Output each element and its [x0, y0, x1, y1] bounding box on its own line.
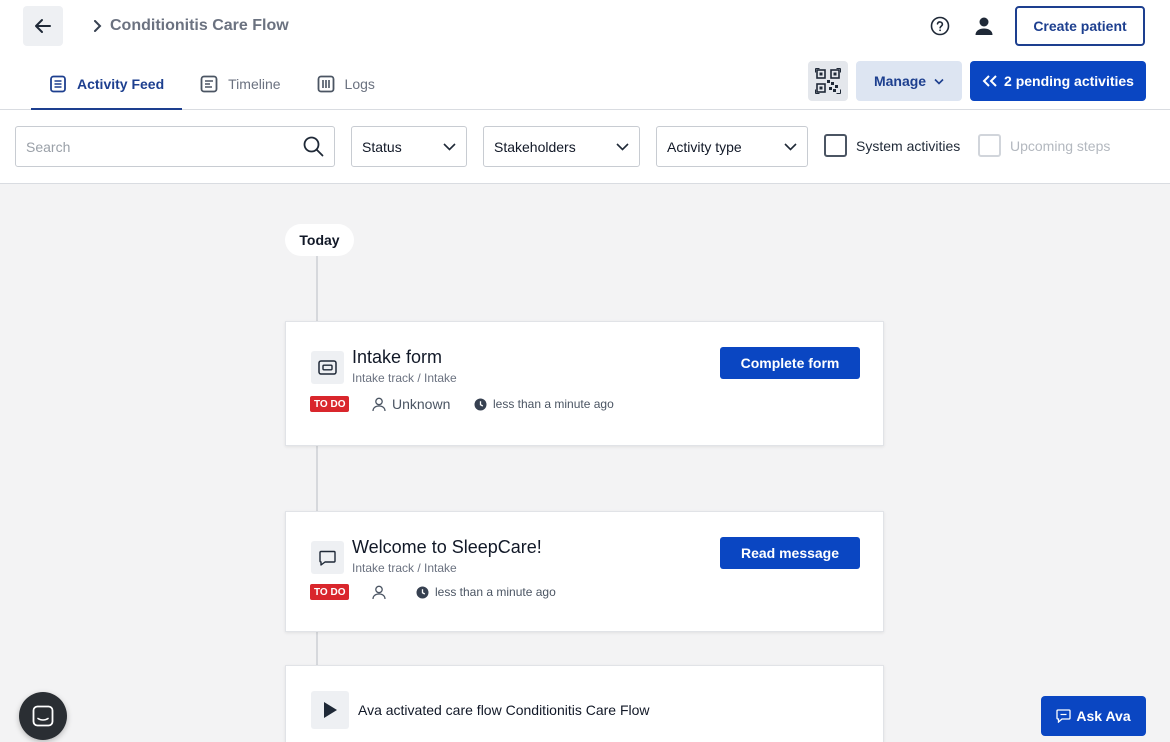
status-select-label: Status [362, 138, 402, 155]
tab-label: Logs [344, 76, 375, 92]
top-bar: Conditionitis Care Flow Create patient A… [0, 0, 1170, 110]
qr-code-icon [815, 68, 841, 94]
activity-card[interactable]: Welcome to SleepCare! Intake track / Int… [285, 511, 884, 632]
manage-label: Manage [873, 73, 927, 89]
tab-label: Timeline [228, 76, 281, 92]
arrow-left-icon [35, 19, 51, 33]
tab-bar: Activity Feed Timeline Logs [31, 60, 393, 110]
status-badge: TO DO [310, 396, 350, 412]
timestamp: less than a minute ago [435, 585, 556, 599]
ask-ava-label: Ask Ava [1076, 708, 1131, 724]
search-input[interactable] [26, 138, 303, 155]
document-icon [50, 75, 66, 93]
activity-track: Intake track / Intake [352, 561, 457, 575]
chevron-down-icon [616, 142, 629, 151]
activity-title: Ava activated care flow Conditionitis Ca… [358, 702, 650, 718]
activity-card[interactable]: Ava activated care flow Conditionitis Ca… [285, 665, 884, 742]
back-button[interactable] [23, 6, 63, 46]
stakeholder-name: Unknown [392, 396, 451, 412]
person-icon [372, 585, 386, 600]
manage-dropdown[interactable]: Manage [856, 61, 962, 101]
chevron-down-icon [934, 78, 944, 85]
breadcrumb-label: Conditionitis Care Flow [110, 17, 289, 34]
chat-bubble-icon [1056, 709, 1072, 723]
tab-logs[interactable]: Logs [299, 60, 393, 110]
stakeholder-meta [372, 585, 392, 600]
clock-icon [416, 586, 429, 598]
complete-form-button[interactable]: Complete form [720, 347, 860, 379]
system-activities-checkbox[interactable]: System activities [824, 134, 960, 157]
upcoming-steps-checkbox: Upcoming steps [978, 134, 1110, 157]
search-icon [303, 136, 324, 157]
ask-ava-button[interactable]: Ask Ava [1041, 696, 1146, 736]
clock-icon [474, 398, 487, 410]
pending-activities-button[interactable]: 2 pending activities [970, 61, 1146, 101]
user-icon[interactable] [972, 14, 996, 38]
qr-code-button[interactable] [808, 61, 848, 101]
chat-icon [32, 705, 54, 727]
activity-track: Intake track / Intake [352, 371, 457, 385]
checkbox-box [978, 134, 1001, 157]
breadcrumb[interactable]: Conditionitis Care Flow [92, 15, 289, 37]
chevron-down-icon [784, 142, 797, 151]
time-meta: less than a minute ago [416, 585, 556, 599]
system-activities-label: System activities [856, 137, 961, 154]
tab-timeline[interactable]: Timeline [182, 60, 298, 110]
read-message-button[interactable]: Read message [720, 537, 860, 569]
chevron-down-icon [443, 142, 456, 151]
double-chevron-left-icon [982, 75, 997, 87]
activity-title: Welcome to SleepCare! [352, 537, 542, 557]
search-field[interactable] [15, 126, 335, 167]
activity-type-select-label: Activity type [667, 138, 742, 155]
chevron-right-icon [94, 20, 102, 32]
tab-activity-feed[interactable]: Activity Feed [31, 60, 183, 110]
time-meta: less than a minute ago [474, 397, 614, 411]
stakeholders-select[interactable]: Stakeholders [483, 126, 640, 167]
help-icon[interactable] [929, 15, 951, 37]
timeline-icon [200, 75, 218, 93]
logs-icon [317, 75, 334, 93]
play-icon [311, 691, 349, 729]
date-divider: Today [285, 224, 354, 256]
filter-bar: Status Stakeholders Activity type System… [0, 110, 1170, 184]
message-icon [311, 541, 344, 574]
activity-card[interactable]: Intake form Intake track / Intake TO DO … [285, 321, 884, 446]
status-select[interactable]: Status [351, 126, 467, 167]
timestamp: less than a minute ago [493, 397, 614, 411]
form-icon [311, 351, 344, 384]
activity-type-select[interactable]: Activity type [656, 126, 808, 167]
upcoming-steps-label: Upcoming steps [1010, 137, 1111, 154]
stakeholders-select-label: Stakeholders [494, 138, 576, 155]
chat-launcher-button[interactable] [19, 692, 67, 740]
pending-label: 2 pending activities [1004, 73, 1134, 89]
create-patient-button[interactable]: Create patient [1015, 6, 1145, 46]
tab-label: Activity Feed [77, 76, 165, 92]
activity-title: Intake form [352, 347, 443, 367]
status-badge: TO DO [310, 584, 350, 600]
checkbox-box[interactable] [824, 134, 847, 157]
person-icon [372, 397, 386, 411]
stakeholder-meta: Unknown [372, 396, 450, 412]
